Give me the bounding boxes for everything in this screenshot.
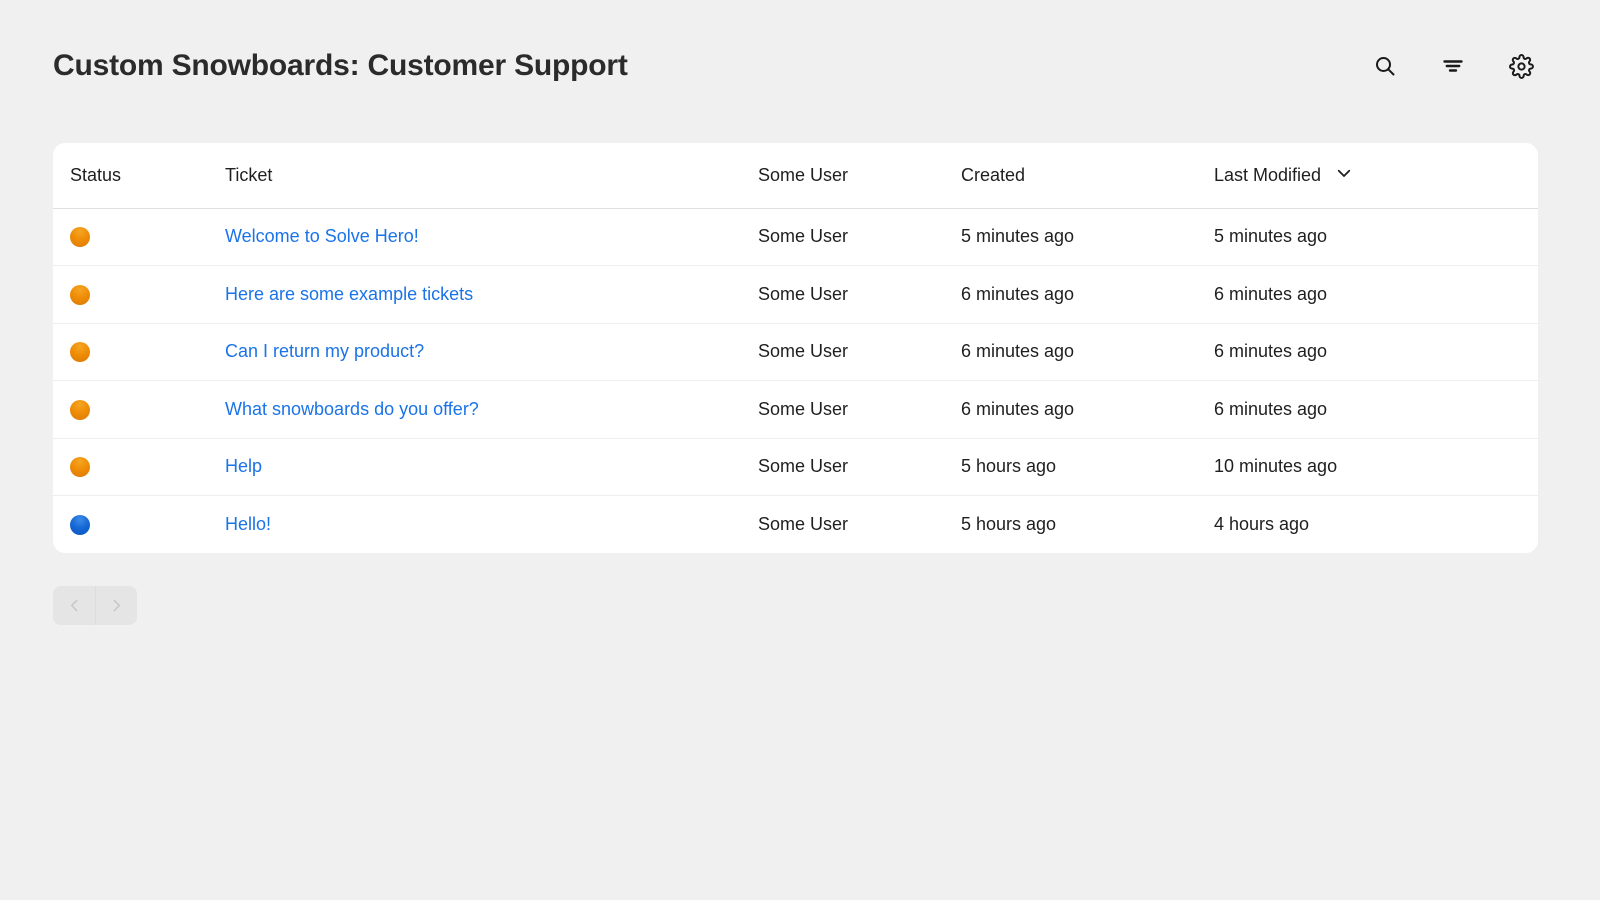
search-button[interactable] — [1368, 49, 1402, 83]
cell-created: 6 minutes ago — [944, 323, 1197, 381]
table-row[interactable]: Hello! Some User5 hours ago4 hours ago — [53, 496, 1538, 554]
cell-user: Some User — [741, 381, 944, 439]
table-row[interactable]: Help Some User5 hours ago10 minutes ago — [53, 438, 1538, 496]
status-badge — [70, 342, 90, 362]
cell-last-modified: 6 minutes ago — [1197, 266, 1538, 324]
column-header-status[interactable]: Status — [53, 143, 208, 208]
cell-ticket: Welcome to Solve Hero! — [208, 208, 741, 266]
search-icon — [1373, 54, 1397, 78]
ticket-table: Status Ticket Some User Created Last Mod… — [53, 143, 1538, 553]
column-header-created-label: Created — [961, 165, 1025, 185]
settings-button[interactable] — [1504, 49, 1538, 83]
status-badge — [70, 227, 90, 247]
ticket-link[interactable]: Help — [225, 456, 262, 476]
chevron-left-icon — [66, 597, 83, 614]
header-actions — [1368, 49, 1548, 83]
table-header: Status Ticket Some User Created Last Mod… — [53, 143, 1538, 208]
ticket-link[interactable]: What snowboards do you offer? — [225, 399, 479, 419]
ticket-link[interactable]: Can I return my product? — [225, 341, 424, 361]
filter-icon — [1441, 54, 1465, 78]
cell-created: 5 hours ago — [944, 496, 1197, 554]
table-row[interactable]: Welcome to Solve Hero!Some User5 minutes… — [53, 208, 1538, 266]
cell-created: 6 minutes ago — [944, 381, 1197, 439]
ticket-link[interactable]: Welcome to Solve Hero! — [225, 226, 419, 246]
ticket-link[interactable]: Here are some example tickets — [225, 284, 473, 304]
status-badge — [70, 457, 90, 477]
chevron-right-icon — [108, 597, 125, 614]
cell-last-modified: 6 minutes ago — [1197, 323, 1538, 381]
cell-created: 6 minutes ago — [944, 266, 1197, 324]
cell-user: Some User — [741, 496, 944, 554]
chevron-down-icon — [1335, 164, 1353, 187]
table-row[interactable]: Can I return my product?Some User6 minut… — [53, 323, 1538, 381]
page-title: Custom Snowboards: Customer Support — [53, 51, 628, 81]
cell-ticket: Hello! — [208, 496, 741, 554]
cell-status — [53, 266, 208, 324]
cell-ticket: Help — [208, 438, 741, 496]
status-badge — [70, 515, 90, 535]
cell-ticket: Here are some example tickets — [208, 266, 741, 324]
table-header-row: Status Ticket Some User Created Last Mod… — [53, 143, 1538, 208]
cell-user: Some User — [741, 266, 944, 324]
cell-last-modified: 6 minutes ago — [1197, 381, 1538, 439]
ticket-link[interactable]: Hello! — [225, 514, 271, 534]
column-header-created[interactable]: Created — [944, 143, 1197, 208]
table-row[interactable]: Here are some example ticketsSome User6 … — [53, 266, 1538, 324]
ticket-table-card: Status Ticket Some User Created Last Mod… — [53, 143, 1538, 553]
status-badge — [70, 400, 90, 420]
column-header-status-label: Status — [70, 165, 121, 185]
cell-last-modified: 5 minutes ago — [1197, 208, 1538, 266]
pagination — [53, 586, 137, 625]
column-header-last-modified[interactable]: Last Modified — [1197, 143, 1538, 208]
cell-ticket: Can I return my product? — [208, 323, 741, 381]
cell-user: Some User — [741, 438, 944, 496]
cell-last-modified: 10 minutes ago — [1197, 438, 1538, 496]
cell-created: 5 hours ago — [944, 438, 1197, 496]
app-header: Custom Snowboards: Customer Support — [0, 0, 1600, 132]
previous-page-button[interactable] — [53, 586, 95, 625]
cell-status — [53, 208, 208, 266]
cell-created: 5 minutes ago — [944, 208, 1197, 266]
cell-last-modified: 4 hours ago — [1197, 496, 1538, 554]
column-header-ticket[interactable]: Ticket — [208, 143, 741, 208]
next-page-button[interactable] — [95, 586, 137, 625]
table-row[interactable]: What snowboards do you offer?Some User6 … — [53, 381, 1538, 439]
cell-user: Some User — [741, 208, 944, 266]
cell-status — [53, 438, 208, 496]
column-header-last-modified-label: Last Modified — [1214, 165, 1321, 186]
cell-status — [53, 381, 208, 439]
cell-user: Some User — [741, 323, 944, 381]
column-header-user-label: Some User — [758, 165, 848, 185]
support-ticket-list-page: Custom Snowboards: Customer Support — [0, 0, 1600, 900]
filter-button[interactable] — [1436, 49, 1470, 83]
table-body: Welcome to Solve Hero!Some User5 minutes… — [53, 208, 1538, 553]
status-badge — [70, 285, 90, 305]
cell-ticket: What snowboards do you offer? — [208, 381, 741, 439]
sort-by-last-modified[interactable]: Last Modified — [1214, 164, 1353, 187]
settings-gear-icon — [1509, 54, 1534, 79]
cell-status — [53, 496, 208, 554]
cell-status — [53, 323, 208, 381]
column-header-user[interactable]: Some User — [741, 143, 944, 208]
column-header-ticket-label: Ticket — [225, 165, 272, 185]
